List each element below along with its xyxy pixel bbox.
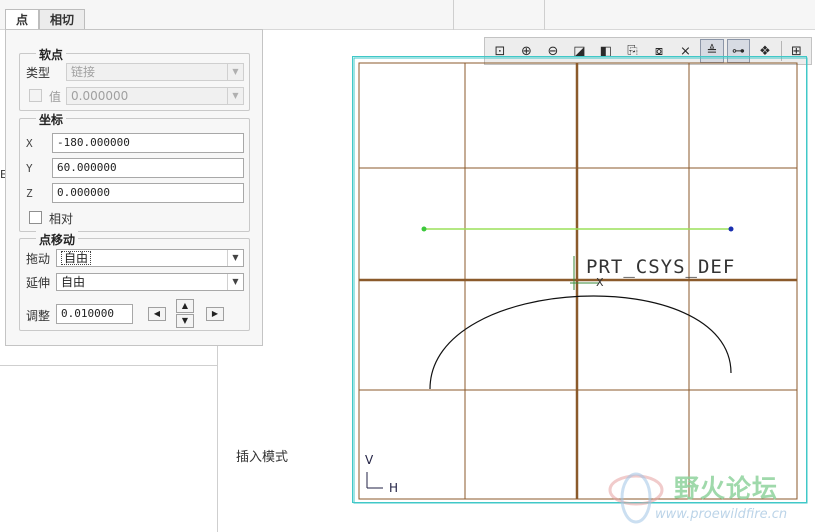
extend-select[interactable]: 自由 ▼ [56, 273, 244, 291]
line-endpoint-start[interactable] [421, 226, 427, 232]
group-title: 点移动 [36, 231, 79, 248]
coordinates-group: 坐标 X -180.000000 Y 60.000000 Z 0.000000 … [19, 111, 250, 232]
background-header [0, 0, 815, 30]
value-label: 值 [49, 90, 62, 104]
adjust-label: 调整 [26, 309, 51, 323]
point-panel: 软点 类型 链接 ▼ 值 0.000000 ▼ 坐标 X -180.000000… [5, 29, 263, 346]
background-divider [453, 0, 454, 30]
group-title: 软点 [36, 46, 67, 63]
type-select[interactable]: 链接 ▼ [66, 63, 244, 81]
drag-value: 自由 [61, 251, 92, 265]
nudge-right-button[interactable]: ▶ [206, 307, 224, 321]
y-label: Y [26, 162, 33, 175]
adjust-input[interactable]: 0.010000 [56, 304, 133, 324]
extend-value: 自由 [61, 275, 86, 289]
axis-h-label: H [389, 481, 399, 495]
y-coordinate-input[interactable]: 60.000000 [52, 158, 244, 178]
nudge-left-button[interactable]: ◀ [148, 307, 166, 321]
graphics-area[interactable]: PRT_CSYS_DEF X V H [352, 56, 808, 504]
relative-label: 相对 [49, 212, 74, 226]
drag-select[interactable]: 自由 ▼ [56, 249, 244, 267]
drag-label: 拖动 [26, 252, 51, 266]
z-coordinate-input[interactable]: 0.000000 [52, 183, 244, 203]
watermark-title: 野火论坛 [674, 474, 779, 503]
type-value: 链接 [71, 65, 96, 79]
csys-label: PRT_CSYS_DEF [586, 256, 736, 278]
chevron-down-icon: ▼ [227, 274, 243, 290]
z-label: Z [26, 187, 33, 200]
tab-tangent[interactable]: 相切 [39, 9, 86, 30]
watermark-url: www.proewildfire.cn [655, 507, 788, 522]
axis-v-label: V [365, 453, 374, 467]
extend-label: 延伸 [26, 276, 51, 290]
background-divider [0, 365, 218, 366]
sketch-canvas[interactable] [353, 57, 808, 504]
chevron-down-icon: ▼ [227, 88, 243, 104]
nudge-down-button[interactable]: ▼ [176, 314, 194, 328]
relative-checkbox[interactable] [29, 211, 42, 224]
value-checkbox[interactable] [29, 89, 42, 102]
chevron-down-icon: ▼ [227, 250, 243, 266]
panel-tabs: 点 相切 [5, 9, 86, 30]
point-move-group: 点移动 拖动 自由 ▼ 延伸 自由 ▼ 调整 0.010000 ◀ ▲ ▼ ▶ [19, 231, 250, 331]
sketch-arc[interactable] [429, 295, 732, 390]
line-endpoint-end[interactable] [728, 226, 734, 232]
tab-point[interactable]: 点 [5, 9, 40, 30]
background-divider [544, 0, 545, 30]
group-title: 坐标 [36, 111, 67, 128]
background-divider [217, 346, 218, 532]
value-value: 0.000000 [71, 89, 129, 103]
type-label: 类型 [26, 66, 51, 80]
x-coordinate-input[interactable]: -180.000000 [52, 133, 244, 153]
value-select[interactable]: 0.000000 ▼ [66, 87, 244, 105]
insert-mode-label: 插入模式 [236, 450, 289, 465]
nudge-up-button[interactable]: ▲ [176, 299, 194, 313]
soft-point-group: 软点 类型 链接 ▼ 值 0.000000 ▼ [19, 46, 250, 111]
csys-x-label: X [596, 276, 604, 289]
x-label: X [26, 137, 33, 150]
chevron-down-icon: ▼ [227, 64, 243, 80]
